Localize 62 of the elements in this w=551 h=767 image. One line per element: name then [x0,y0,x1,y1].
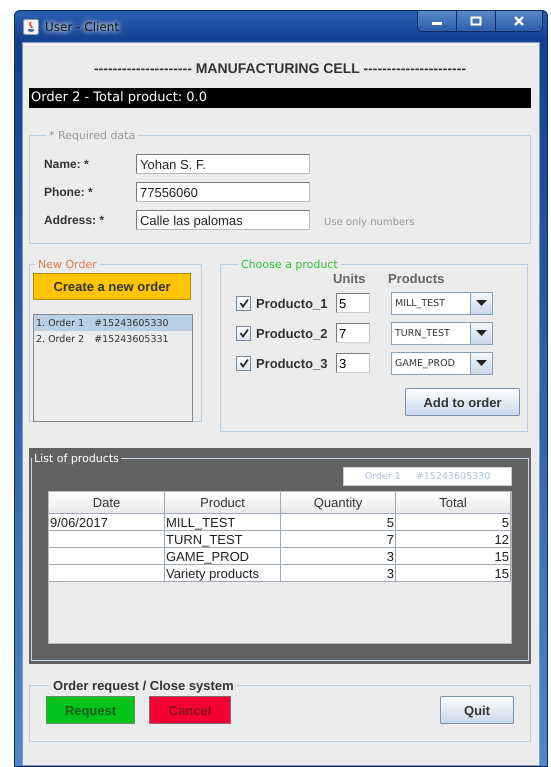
column-header: Products [388,271,444,288]
product-label: Producto_1 [256,296,329,310]
column-header: Date [49,492,165,514]
table-cell: 15 [396,565,511,582]
window-title: User - Client [45,20,120,34]
table-cell: 5 [281,514,396,531]
app-heading: --------------------- MANUFACTURING CELL ---------------------- [94,60,466,76]
checkbox[interactable] [236,356,251,370]
close-button[interactable] [495,11,542,31]
table-cell: 3 [281,548,396,565]
minimize-button[interactable] [418,11,456,31]
panel-legend: * Required data [46,129,138,142]
units-field[interactable]: 7 [336,323,370,343]
product-dropdown[interactable]: TURN_TEST [391,322,493,344]
units-field[interactable]: 3 [336,353,370,373]
field-label: Name: * [44,157,90,171]
order-list-item[interactable]: 2. Order 2 #15243605331 [34,331,192,347]
units-field[interactable]: 5 [336,293,370,313]
column-header: Units [333,271,366,288]
order-list-item[interactable]: 1. Order 1 #15243605330 [34,315,192,331]
checkbox[interactable] [236,326,251,340]
maximize-icon [470,16,482,26]
table-cell: 7 [281,531,396,548]
table-cell: 12 [396,531,511,548]
request-button[interactable]: Request [46,696,135,724]
product-label: Producto_2 [256,326,329,340]
product-dropdown[interactable]: MILL_TEST [391,292,493,314]
field-label: Phone: * [44,185,94,199]
order-status-bar: Order 2 - Total product: 0.0 [29,88,531,108]
text-field[interactable]: Calle las palomas [136,210,310,230]
field-hint: Use only numbers [324,217,414,228]
caret-icon [476,300,487,306]
column-header: Product [165,492,281,514]
panel-legend: Order request / Close system [50,678,237,693]
add-to-order-button[interactable]: Add to order [405,388,520,416]
column-header: Quantity [281,492,396,514]
table-cell: Variety products [165,565,281,582]
table-cell: 5 [396,514,511,531]
caret-icon [476,360,487,366]
close-icon [513,16,525,26]
text-field[interactable]: Yohan S. F. [136,154,310,174]
maximize-button[interactable] [456,11,495,31]
order-id-field: Order 1 #15243605330 [343,467,512,486]
table-cell: GAME_PROD [165,548,281,565]
table-cell: TURN_TEST [165,531,281,548]
quit-button[interactable]: Quit [440,696,514,724]
field-label: Address: * [44,213,106,227]
table-cell: 3 [281,565,396,582]
panel-legend: Choose a product [238,258,341,271]
column-header: Total [396,492,511,514]
caret-icon [476,330,487,336]
checkbox[interactable] [236,296,251,310]
table-cell: MILL_TEST [165,514,281,531]
text-field[interactable]: 77556060 [136,182,310,202]
panel-legend: New Order [35,258,100,271]
app-icon [23,18,39,34]
create-order-button[interactable]: Create a new order [33,273,191,300]
product-label: Producto_3 [256,356,329,370]
product-dropdown[interactable]: GAME_PROD [391,352,493,374]
table-cell: 15 [396,548,511,565]
table-cell: 9/06/2017 [49,514,165,531]
panel-legend: List of products [32,452,121,465]
